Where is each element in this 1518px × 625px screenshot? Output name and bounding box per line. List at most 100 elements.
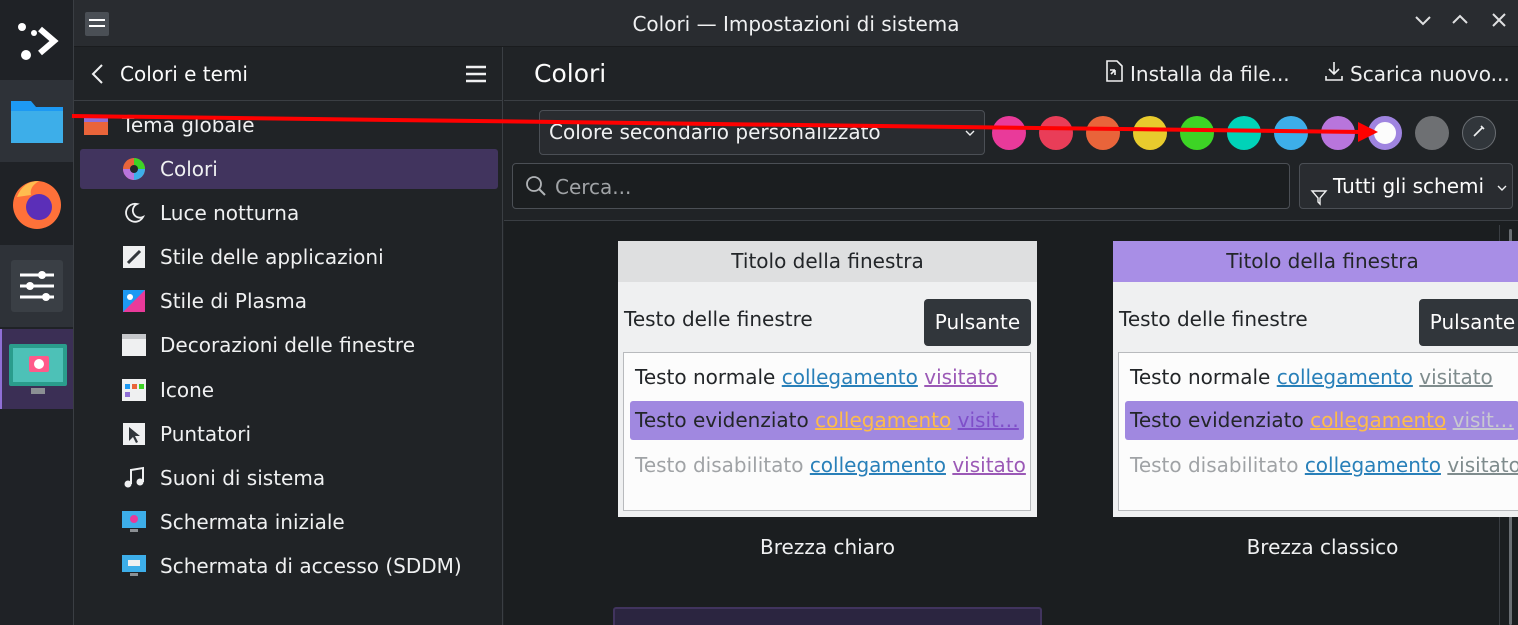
- scheme-name: Brezza chiaro: [760, 535, 895, 559]
- preview-normal-row: Testo normale collegamento visitato: [635, 365, 998, 389]
- system-settings-icon[interactable]: [0, 245, 73, 327]
- login-screen-icon: [121, 553, 147, 579]
- sidebar-item-stile-applicazioni[interactable]: Stile delle applicazioni: [80, 237, 498, 277]
- file-manager-icon[interactable]: [0, 80, 73, 162]
- normal-text: Testo normale: [1130, 365, 1271, 389]
- visited-text: visitato: [1419, 365, 1493, 389]
- search-icon: [525, 175, 547, 201]
- maximize-icon[interactable]: [1447, 10, 1473, 36]
- colors-icon: [121, 156, 147, 182]
- preview-title-bar: Titolo della finestra: [1113, 241, 1518, 282]
- accent-color-swatch[interactable]: [1180, 116, 1214, 150]
- firefox-icon[interactable]: [0, 163, 73, 243]
- install-label: Installa da file...: [1130, 61, 1290, 86]
- visited-text: visitato: [952, 453, 1026, 477]
- sidebar-item-luce-notturna[interactable]: Luce notturna: [80, 193, 498, 233]
- preview-highlight-row: Testo evidenziato collegamento visit…: [1125, 401, 1518, 440]
- sidebar-header: Colori e temi: [74, 47, 503, 101]
- music-note-icon: [121, 465, 147, 491]
- sidebar-item-tema-globale[interactable]: Tema globale: [80, 105, 498, 145]
- sidebar-item-label: Schermata iniziale: [160, 510, 345, 534]
- accent-color-swatch[interactable]: [1321, 116, 1355, 150]
- sidebar-item-puntatori[interactable]: Puntatori: [80, 414, 498, 454]
- sidebar: Colori e temi Tema globale Colori Luce n…: [74, 47, 503, 625]
- scheme-name: Brezza classico: [1246, 535, 1399, 559]
- settings-window: Colori — Impostazioni di sistema Colori …: [74, 0, 1518, 625]
- sidebar-item-schermata-iniziale[interactable]: Schermata iniziale: [80, 502, 498, 542]
- sidebar-item-stile-plasma[interactable]: Stile di Plasma: [80, 281, 498, 321]
- sidebar-item-label: Icone: [160, 378, 215, 402]
- plasma-style-icon: [121, 288, 147, 314]
- download-icon: [1324, 60, 1344, 87]
- color-picker-button[interactable]: [1462, 116, 1496, 150]
- sidebar-item-suoni[interactable]: Suoni di sistema: [80, 458, 498, 498]
- window-title: Colori — Impostazioni di sistema: [632, 12, 960, 36]
- accent-color-swatch[interactable]: [1039, 116, 1073, 150]
- search-placeholder: Cerca...: [555, 175, 632, 199]
- accent-color-swatch[interactable]: [992, 116, 1026, 150]
- sidebar-item-label: Tema globale: [122, 113, 255, 137]
- search-input[interactable]: Cerca...: [512, 163, 1290, 209]
- color-scheme-card[interactable]: Titolo della finestra Testo delle finest…: [1113, 241, 1518, 517]
- close-icon[interactable]: [1486, 10, 1512, 36]
- minimize-icon[interactable]: [1410, 10, 1436, 36]
- preview-highlight-row: Testo evidenziato collegamento visit…: [630, 401, 1024, 440]
- sidebar-item-sddm[interactable]: Schermata di accesso (SDDM): [80, 546, 498, 586]
- icons-icon: [121, 377, 147, 403]
- preview-disabled-row: Testo disabilitato collegamento visitato: [1130, 453, 1518, 477]
- back-label[interactable]: Colori e temi: [120, 62, 248, 86]
- splash-screen-icon: [121, 509, 147, 535]
- launcher-icon[interactable]: [0, 0, 73, 80]
- hamburger-menu-icon[interactable]: [464, 62, 488, 86]
- visited-text: visitato: [1447, 453, 1518, 477]
- preview-disabled-row: Testo disabilitato collegamento visitato: [635, 453, 1026, 477]
- sidebar-item-label: Stile di Plasma: [160, 289, 307, 313]
- install-from-file-button[interactable]: Installa da file...: [1104, 60, 1290, 87]
- highlighted-text: Testo evidenziato: [1130, 408, 1304, 432]
- preview-button: Pulsante: [924, 299, 1031, 346]
- app-style-icon: [121, 244, 147, 270]
- sidebar-item-label: Decorazioni delle finestre: [160, 333, 415, 357]
- sidebar-item-icone[interactable]: Icone: [80, 370, 498, 410]
- visited-text: visit…: [957, 408, 1019, 432]
- screenshot-app-icon[interactable]: [0, 329, 73, 409]
- download-new-button[interactable]: Scarica nuovo...: [1324, 60, 1510, 87]
- main-header: Colori Installa da file... Scarica nuovo…: [504, 47, 1518, 101]
- title-bar: Colori — Impostazioni di sistema: [74, 0, 1518, 47]
- taskbar: [0, 0, 74, 625]
- accent-color-swatch[interactable]: [1368, 116, 1402, 150]
- filter-icon: [1310, 177, 1328, 221]
- sidebar-item-label: Luce notturna: [160, 201, 300, 225]
- visited-text: visitato: [924, 365, 998, 389]
- sidebar-item-colori[interactable]: Colori: [80, 149, 498, 189]
- back-icon[interactable]: [88, 62, 108, 86]
- page-title: Colori: [534, 59, 607, 88]
- accent-color-swatch[interactable]: [1227, 116, 1261, 150]
- accent-color-swatch[interactable]: [1274, 116, 1308, 150]
- eyedropper-icon: [1471, 123, 1487, 143]
- cursors-icon: [121, 421, 147, 447]
- accent-color-swatch[interactable]: [1086, 116, 1120, 150]
- scheme-filter-dropdown[interactable]: Tutti gli schemi: [1299, 163, 1513, 209]
- preview-normal-row: Testo normale collegamento visitato: [1130, 365, 1493, 389]
- download-label: Scarica nuovo...: [1350, 61, 1510, 86]
- preview-title-bar: Titolo della finestra: [618, 241, 1037, 282]
- chevron-down-icon: [1496, 165, 1508, 209]
- preview-view: Testo normale collegamento visitato Test…: [1118, 352, 1518, 511]
- accent-color-swatch[interactable]: [1415, 116, 1449, 150]
- sidebar-item-label: Puntatori: [160, 422, 252, 446]
- color-scheme-card-partial[interactable]: [613, 607, 1042, 625]
- color-scheme-card[interactable]: Titolo della finestra Testo delle finest…: [618, 241, 1037, 517]
- accent-color-combo[interactable]: Colore secondario personalizzato: [539, 110, 985, 155]
- preview-window-text: Testo delle finestre: [1119, 307, 1308, 331]
- disabled-text: Testo disabilitato: [1130, 453, 1299, 477]
- visited-text: visit…: [1452, 408, 1514, 432]
- disabled-text: Testo disabilitato: [635, 453, 804, 477]
- link-text: collegamento: [815, 408, 952, 432]
- link-text: collegamento: [1304, 453, 1441, 477]
- sidebar-item-decorazioni[interactable]: Decorazioni delle finestre: [80, 325, 498, 365]
- highlighted-text: Testo evidenziato: [635, 408, 809, 432]
- link-text: collegamento: [809, 453, 946, 477]
- accent-color-swatch[interactable]: [1133, 116, 1167, 150]
- night-light-icon: [121, 200, 147, 226]
